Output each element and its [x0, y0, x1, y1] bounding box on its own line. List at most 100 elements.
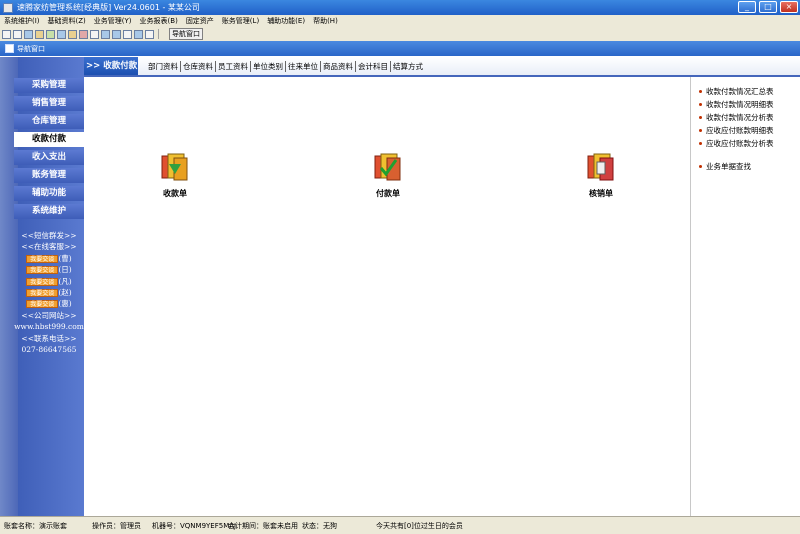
nav-sales[interactable]: 销售管理	[14, 96, 84, 111]
status-account: 账套名称：演示账套	[4, 522, 67, 530]
qq-contact-1[interactable]: 我要交谈 (曹)	[14, 253, 84, 264]
bullet-icon	[699, 129, 702, 132]
left-links: <<短信群发>> <<在线客服>> 我要交谈 (曹) 我要交谈 (日) 我要交谈 (凡…	[14, 230, 84, 355]
status-bar: 账套名称：演示账套 操作员：管理员 机器号：VQNM9YEF5MAJ 会计期间：…	[0, 516, 800, 534]
tab-unit-categories[interactable]: 单位类别	[251, 61, 286, 72]
section-header: >> 收款付款 部门资料 仓库资料 员工资料 单位类别 往来单位 商品资料 会计…	[84, 57, 800, 77]
menu-auxiliary[interactable]: 辅助功能(E)	[263, 16, 309, 26]
tab-accounting-subjects[interactable]: 会计科目	[356, 61, 391, 72]
menu-bar: 系统维护(I) 基础资料(Z) 业务管理(Y) 业务报表(B) 固定资产 账务管…	[0, 15, 800, 27]
new-icon[interactable]	[2, 29, 11, 39]
window-icon	[5, 44, 14, 53]
window-title: 速腾家纺管理系统[经典版] Ver24.0601 - 某某公司	[17, 3, 200, 12]
basic-data-tabs: 部门资料 仓库资料 员工资料 单位类别 往来单位 商品资料 会计科目 结算方式	[146, 61, 425, 72]
company-site-link[interactable]: www.hbst999.com	[14, 321, 84, 332]
sms-link[interactable]: <<短信群发>>	[14, 230, 84, 241]
menu-accounts[interactable]: 账务管理(L)	[218, 16, 263, 26]
status-period: 会计期间：账套未启用	[228, 522, 298, 530]
save-icon[interactable]	[112, 29, 121, 39]
online-service-link[interactable]: <<在线客服>>	[14, 241, 84, 252]
document-search-link[interactable]: 业务单据查找	[699, 161, 751, 172]
tab-settlement-methods[interactable]: 结算方式	[391, 61, 425, 72]
nav-auxiliary[interactable]: 辅助功能	[14, 186, 84, 201]
toolbar: 导航窗口	[0, 27, 800, 42]
report-detail-link[interactable]: 收款付款情况明细表	[699, 99, 774, 110]
menu-business[interactable]: 业务管理(Y)	[90, 16, 136, 26]
nav-window-strip: 导航窗口	[0, 41, 800, 56]
nav-income-expense[interactable]: 收入支出	[14, 150, 84, 165]
chart-icon[interactable]	[57, 29, 66, 39]
phone-title: <<联系电话>>	[21, 333, 77, 343]
report-summary-link[interactable]: 收款付款情况汇总表	[699, 86, 774, 97]
qq-contact-5[interactable]: 我要交谈 (惠)	[14, 298, 84, 309]
nav-accounts[interactable]: 账务管理	[14, 168, 84, 183]
menu-help[interactable]: 帮助(H)	[309, 16, 342, 26]
bullet-icon	[699, 116, 702, 119]
qq-chat-icon: 我要交谈	[26, 288, 59, 297]
qq-contact-3[interactable]: 我要交谈 (凡)	[14, 276, 84, 287]
window-controls: _ □ ×	[738, 1, 798, 13]
report-analysis-link[interactable]: 收款付款情况分析表	[699, 112, 774, 123]
report-panel: 收款付款情况汇总表 收款付款情况明细表 收款付款情况分析表 应收应付账款明细表 …	[690, 77, 800, 516]
status-birthday: 今天共有[0]位过生日的会员	[376, 522, 463, 530]
bullet-icon	[699, 165, 702, 168]
writeoff-voucher-icon[interactable]	[585, 152, 617, 184]
bullet-icon	[699, 90, 702, 93]
copy-icon[interactable]	[24, 29, 33, 39]
report-icon[interactable]	[79, 29, 88, 39]
payment-voucher-label[interactable]: 付款单	[363, 188, 413, 199]
folder-icon[interactable]	[35, 29, 44, 39]
print-icon[interactable]	[90, 29, 99, 39]
qq-chat-icon: 我要交谈	[26, 300, 59, 309]
nav-system[interactable]: 系统维护	[14, 204, 84, 219]
edit-icon[interactable]	[46, 29, 55, 39]
app-icon	[3, 2, 13, 13]
writeoff-voucher-label[interactable]: 核销单	[576, 188, 626, 199]
payment-voucher-icon[interactable]	[372, 152, 404, 184]
nav-purchase[interactable]: 采购管理	[14, 78, 84, 93]
bullet-icon	[699, 103, 702, 106]
tab-warehouses[interactable]: 仓库资料	[181, 61, 216, 72]
status-state: 状态：无狗	[302, 522, 337, 530]
toolbar-divider	[158, 29, 159, 39]
bullet-icon	[699, 142, 702, 145]
company-site-title: <<公司网站>>	[21, 310, 77, 320]
calculator-icon[interactable]	[123, 29, 132, 39]
nav-window-button[interactable]: 导航窗口	[169, 28, 203, 40]
status-operator: 操作员：管理员	[92, 522, 141, 530]
tab-employees[interactable]: 员工资料	[216, 61, 251, 72]
ar-ap-analysis-link[interactable]: 应收应付账款分析表	[699, 138, 774, 149]
menu-fixed-assets[interactable]: 固定资产	[182, 16, 218, 26]
qq-chat-icon: 我要交谈	[26, 266, 59, 275]
calendar-icon[interactable]	[101, 29, 110, 39]
content-area: 收款单 付款单 核销单	[84, 77, 690, 516]
exit-icon[interactable]	[145, 29, 154, 39]
open-icon[interactable]	[13, 29, 22, 39]
qq-chat-icon: 我要交谈	[26, 254, 59, 263]
qq-contact-2[interactable]: 我要交谈 (日)	[14, 264, 84, 275]
maximize-button[interactable]: □	[759, 1, 777, 13]
close-button[interactable]: ×	[780, 1, 798, 13]
nav-window-label: 导航窗口	[17, 44, 45, 53]
receipt-voucher-label[interactable]: 收款单	[150, 188, 200, 199]
tab-products[interactable]: 商品资料	[321, 61, 356, 72]
qq-contact-4[interactable]: 我要交谈 (赵)	[14, 287, 84, 298]
info-icon[interactable]	[134, 29, 143, 39]
qq-chat-icon: 我要交谈	[26, 277, 59, 286]
menu-basic-data[interactable]: 基础资料(Z)	[44, 16, 90, 26]
menu-reports[interactable]: 业务报表(B)	[136, 16, 182, 26]
tools-icon[interactable]	[68, 29, 77, 39]
phone-number: 027-86647565	[21, 344, 77, 354]
section-title: >> 收款付款	[84, 57, 138, 75]
minimize-button[interactable]: _	[738, 1, 756, 13]
status-machine: 机器号：VQNM9YEF5MAJ	[152, 522, 237, 530]
nav-receipts-payments[interactable]: 收款付款	[14, 132, 84, 147]
receipt-voucher-icon[interactable]	[159, 152, 191, 184]
tab-partners[interactable]: 往来单位	[286, 61, 321, 72]
tab-departments[interactable]: 部门资料	[146, 61, 181, 72]
left-nav: 采购管理 销售管理 仓库管理 收款付款 收入支出 账务管理 辅助功能 系统维护	[14, 78, 84, 222]
ar-ap-detail-link[interactable]: 应收应付账款明细表	[699, 125, 774, 136]
title-bar: 速腾家纺管理系统[经典版] Ver24.0601 - 某某公司 _ □ ×	[0, 0, 800, 15]
menu-system[interactable]: 系统维护(I)	[0, 16, 44, 26]
nav-warehouse[interactable]: 仓库管理	[14, 114, 84, 129]
